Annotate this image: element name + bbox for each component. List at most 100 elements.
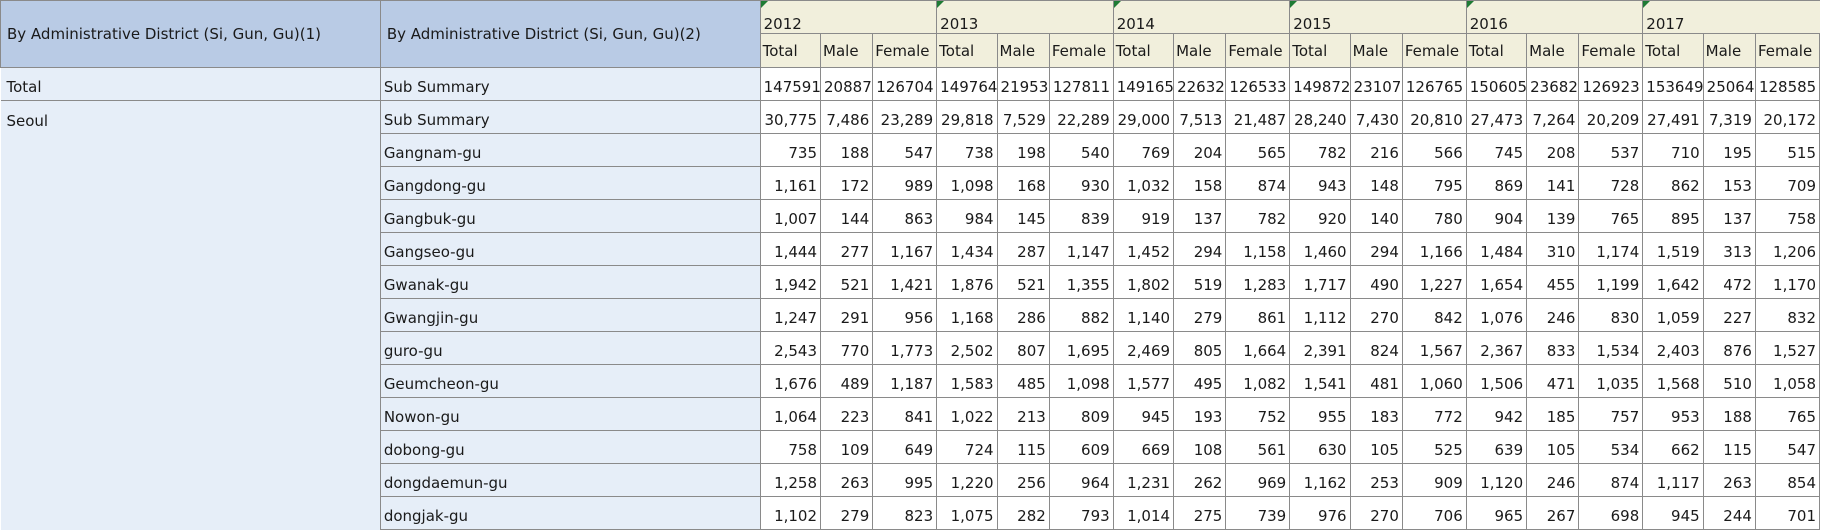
cell-value[interactable]: 630 — [1289, 430, 1351, 464]
cell-value[interactable]: 876 — [1703, 331, 1756, 365]
cell-value[interactable]: 263 — [1703, 463, 1756, 497]
cell-value[interactable]: 1,174 — [1578, 232, 1644, 266]
cell-value[interactable]: 662 — [1642, 430, 1704, 464]
cell-value[interactable]: 1,060 — [1402, 364, 1467, 398]
cell-value[interactable]: 145 — [997, 199, 1050, 233]
cell-value[interactable]: 20,172 — [1755, 100, 1821, 134]
cell-district-1[interactable] — [0, 463, 381, 497]
cell-value[interactable]: 1,231 — [1113, 463, 1175, 497]
cell-value[interactable]: 7,319 — [1703, 100, 1756, 134]
cell-value[interactable]: 770 — [820, 331, 874, 365]
cell-value[interactable]: 765 — [1578, 199, 1644, 233]
cell-value[interactable]: 1,421 — [872, 265, 938, 299]
header-male[interactable]: Male — [1173, 33, 1227, 68]
cell-value[interactable]: 920 — [1289, 199, 1351, 233]
cell-value[interactable]: 976 — [1289, 496, 1351, 530]
cell-value[interactable]: 1,876 — [936, 265, 998, 299]
cell-value[interactable]: 2,391 — [1289, 331, 1351, 365]
cell-value[interactable]: 25064 — [1703, 67, 1756, 101]
cell-value[interactable]: 471 — [1526, 364, 1580, 398]
cell-value[interactable]: 995 — [872, 463, 938, 497]
cell-value[interactable]: 481 — [1350, 364, 1403, 398]
cell-district-2[interactable]: Gwanak-gu — [380, 265, 761, 299]
cell-value[interactable]: 841 — [872, 397, 938, 431]
cell-value[interactable]: 158 — [1173, 166, 1227, 200]
cell-value[interactable]: 1,227 — [1402, 265, 1467, 299]
cell-value[interactable]: 1,120 — [1466, 463, 1528, 497]
cell-value[interactable]: 1,161 — [760, 166, 822, 200]
cell-value[interactable]: 1,167 — [872, 232, 938, 266]
cell-district-2[interactable]: Geumcheon-gu — [380, 364, 761, 398]
cell-district-2[interactable]: Gwangjin-gu — [380, 298, 761, 332]
cell-value[interactable]: 863 — [872, 199, 938, 233]
cell-district-1[interactable] — [0, 430, 381, 464]
cell-value[interactable]: 244 — [1703, 496, 1756, 530]
cell-value[interactable]: 609 — [1049, 430, 1114, 464]
cell-value[interactable]: 227 — [1703, 298, 1756, 332]
cell-value[interactable]: 1,802 — [1113, 265, 1175, 299]
cell-value[interactable]: 1,158 — [1225, 232, 1291, 266]
cell-value[interactable]: 842 — [1402, 298, 1467, 332]
cell-value[interactable]: 20,209 — [1578, 100, 1644, 134]
cell-value[interactable]: 208 — [1526, 133, 1580, 167]
cell-value[interactable]: 942 — [1466, 397, 1528, 431]
cell-value[interactable]: 758 — [1755, 199, 1821, 233]
cell-value[interactable]: 128585 — [1755, 67, 1821, 101]
cell-value[interactable]: 172 — [820, 166, 874, 200]
cell-value[interactable]: 1,168 — [936, 298, 998, 332]
cell-value[interactable]: 1,162 — [1289, 463, 1351, 497]
cell-value[interactable]: 1,076 — [1466, 298, 1528, 332]
cell-value[interactable]: 455 — [1526, 265, 1580, 299]
header-total[interactable]: Total — [1465, 33, 1528, 68]
cell-value[interactable]: 782 — [1225, 199, 1291, 233]
cell-value[interactable]: 984 — [936, 199, 998, 233]
cell-value[interactable]: 537 — [1578, 133, 1644, 167]
cell-value[interactable]: 1,064 — [760, 397, 822, 431]
cell-value[interactable]: 270 — [1350, 496, 1403, 530]
cell-value[interactable]: 874 — [1225, 166, 1291, 200]
cell-value[interactable]: 1,519 — [1642, 232, 1704, 266]
cell-value[interactable]: 1,664 — [1225, 331, 1291, 365]
header-female[interactable]: Female — [1225, 33, 1291, 68]
cell-value[interactable]: 115 — [1703, 430, 1756, 464]
cell-district-1[interactable] — [0, 232, 381, 266]
cell-district-2[interactable]: Gangdong-gu — [380, 166, 761, 200]
cell-value[interactable]: 485 — [997, 364, 1050, 398]
cell-value[interactable]: 1,676 — [760, 364, 822, 398]
cell-value[interactable]: 126923 — [1578, 67, 1644, 101]
cell-value[interactable]: 29,818 — [936, 100, 998, 134]
cell-value[interactable]: 795 — [1402, 166, 1467, 200]
cell-value[interactable]: 490 — [1350, 265, 1403, 299]
header-district-2[interactable]: By Administrative District (Si, Gun, Gu)… — [379, 0, 761, 68]
cell-value[interactable]: 1,007 — [760, 199, 822, 233]
cell-value[interactable]: 519 — [1173, 265, 1227, 299]
cell-value[interactable]: 223 — [820, 397, 874, 431]
cell-value[interactable]: 521 — [820, 265, 874, 299]
cell-value[interactable]: 30,775 — [760, 100, 822, 134]
cell-value[interactable]: 204 — [1173, 133, 1227, 167]
cell-value[interactable]: 23,289 — [872, 100, 938, 134]
cell-value[interactable]: 1,166 — [1402, 232, 1467, 266]
cell-value[interactable]: 147591 — [760, 67, 822, 101]
cell-value[interactable]: 20887 — [820, 67, 874, 101]
header-year-2014[interactable]: 2014 — [1112, 0, 1290, 34]
cell-value[interactable]: 472 — [1703, 265, 1756, 299]
cell-value[interactable]: 1,170 — [1755, 265, 1821, 299]
cell-district-1[interactable]: Total — [0, 67, 381, 101]
cell-value[interactable]: 1,014 — [1113, 496, 1175, 530]
cell-value[interactable]: 20,810 — [1402, 100, 1467, 134]
cell-value[interactable]: 27,473 — [1466, 100, 1528, 134]
cell-value[interactable]: 185 — [1526, 397, 1580, 431]
cell-value[interactable]: 869 — [1466, 166, 1528, 200]
cell-value[interactable]: 7,486 — [820, 100, 874, 134]
cell-value[interactable]: 7,264 — [1526, 100, 1580, 134]
cell-value[interactable]: 188 — [820, 133, 874, 167]
header-female[interactable]: Female — [1754, 33, 1821, 68]
cell-value[interactable]: 115 — [997, 430, 1050, 464]
cell-value[interactable]: 1,035 — [1578, 364, 1644, 398]
cell-value[interactable]: 709 — [1755, 166, 1821, 200]
cell-value[interactable]: 127811 — [1049, 67, 1114, 101]
cell-value[interactable]: 1,247 — [760, 298, 822, 332]
cell-value[interactable]: 1,717 — [1289, 265, 1351, 299]
cell-value[interactable]: 833 — [1526, 331, 1580, 365]
